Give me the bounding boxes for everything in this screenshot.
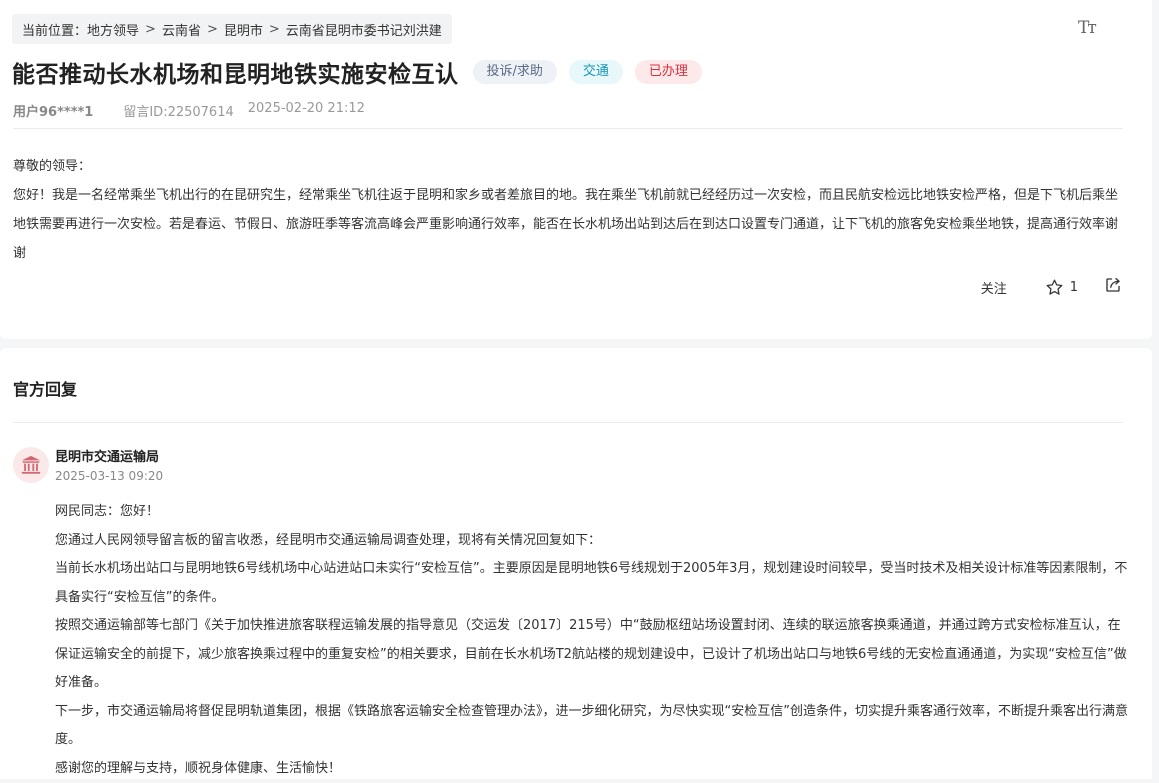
username: 用户96****1 bbox=[13, 101, 93, 120]
message-content: 尊敬的领导： 您好！我是一名经常乘坐飞机出行的在昆研究生，经常乘坐飞机往返于昆明… bbox=[13, 152, 1128, 268]
reply-paragraph: 您通过人民网领导留言板的留言收悉，经昆明市交通运输局调查处理，现将有关情况回复如… bbox=[55, 527, 1130, 556]
tag-type: 投诉/求助 bbox=[473, 60, 557, 84]
breadcrumb-separator: > bbox=[269, 22, 280, 37]
tag-topic: 交通 bbox=[569, 60, 623, 84]
title-row: 能否推动长水机场和昆明地铁实施安检互认 投诉/求助 交通 已办理 bbox=[12, 55, 702, 89]
font-size-icon: Tт bbox=[1078, 18, 1095, 38]
message-meta: 用户96****1 留言ID:22507614 2025-02-20 21:12 bbox=[13, 101, 365, 120]
breadcrumb-item-leader[interactable]: 云南省昆明市委书记刘洪建 bbox=[286, 20, 442, 39]
reply-paragraph: 当前长水机场出站口与昆明地铁6号线机场中心站进站口未实行“安检互信”。主要原因是… bbox=[55, 555, 1130, 612]
star-outline-icon bbox=[1045, 278, 1064, 297]
reply-paragraph: 下一步，市交通运输局将督促昆明轨道集团，根据《铁路旅客运输安全检查管理办法》，进… bbox=[55, 698, 1130, 755]
share-icon bbox=[1104, 276, 1122, 294]
breadcrumb: 当前位置： 地方领导 > 云南省 > 昆明市 > 云南省昆明市委书记刘洪建 bbox=[12, 14, 452, 44]
message-id: 留言ID:22507614 bbox=[123, 101, 233, 120]
breadcrumb-item-local-leaders[interactable]: 地方领导 bbox=[87, 20, 139, 39]
status-badge: 已办理 bbox=[635, 60, 702, 84]
message-card: 当前位置： 地方领导 > 云南省 > 昆明市 > 云南省昆明市委书记刘洪建 Tт… bbox=[0, 0, 1152, 339]
reply-paragraph: 网民同志：您好！ bbox=[55, 498, 1130, 527]
message-datetime: 2025-02-20 21:12 bbox=[248, 101, 365, 120]
breadcrumb-prefix: 当前位置： bbox=[22, 20, 87, 39]
reply-org-name: 昆明市交通运输局 bbox=[55, 446, 159, 465]
favorite-count: 1 bbox=[1070, 280, 1078, 295]
breadcrumb-separator: > bbox=[207, 22, 218, 37]
divider bbox=[13, 422, 1123, 423]
reply-paragraph: 按照交通运输部等七部门《关于加快推进旅客联程运输发展的指导意见（交运发〔2017… bbox=[55, 612, 1130, 698]
divider bbox=[13, 128, 1123, 129]
reply-datetime: 2025-03-13 09:20 bbox=[55, 469, 163, 483]
breadcrumb-item-yunnan[interactable]: 云南省 bbox=[162, 20, 201, 39]
message-greeting: 尊敬的领导： bbox=[13, 152, 1128, 181]
government-building-icon bbox=[20, 454, 42, 476]
reply-heading: 官方回复 bbox=[13, 376, 77, 400]
official-reply-card: 官方回复 昆明市交通运输局 2025-03-13 09:20 网民同志：您好！ … bbox=[0, 348, 1152, 779]
breadcrumb-item-kunming[interactable]: 昆明市 bbox=[224, 20, 263, 39]
reply-content: 网民同志：您好！ 您通过人民网领导留言板的留言收悉，经昆明市交通运输局调查处理，… bbox=[55, 498, 1130, 783]
font-size-toggle-button[interactable]: Tт bbox=[1078, 18, 1095, 38]
breadcrumb-separator: > bbox=[145, 22, 156, 37]
message-actions: 关注 1 bbox=[981, 276, 1122, 298]
avatar bbox=[13, 447, 49, 483]
follow-button[interactable]: 关注 bbox=[981, 278, 1007, 297]
share-button[interactable] bbox=[1104, 276, 1122, 298]
message-body-text: 您好！我是一名经常乘坐飞机出行的在昆研究生，经常乘坐飞机往返于昆明和家乡或者差旅… bbox=[13, 181, 1128, 268]
favorite-button[interactable]: 1 bbox=[1045, 278, 1078, 297]
message-title: 能否推动长水机场和昆明地铁实施安检互认 bbox=[12, 55, 459, 89]
